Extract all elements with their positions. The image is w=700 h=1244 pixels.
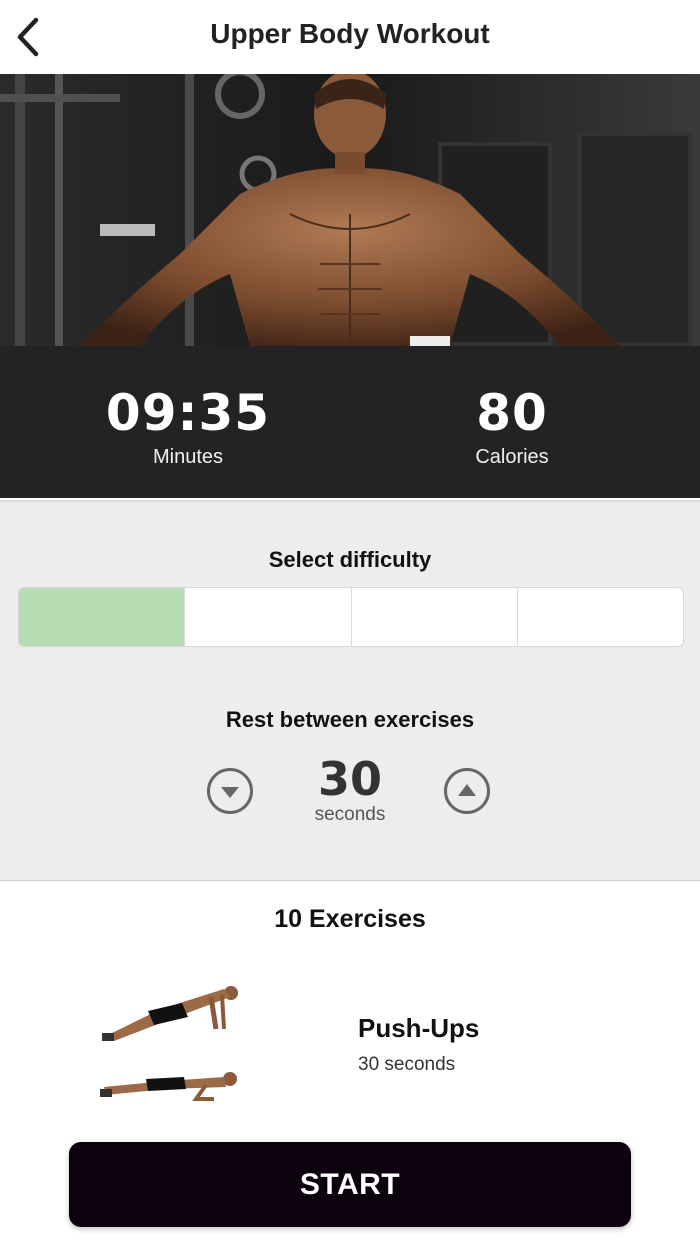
rest-title: Rest between exercises — [225, 707, 475, 732]
difficulty-title: Select difficulty — [268, 547, 432, 572]
exercise-name: Push-Ups — [358, 1013, 480, 1043]
workout-settings: Select difficulty Rest between exercises… — [0, 500, 700, 882]
workout-hero-image — [0, 74, 700, 346]
duration-value: 09:35 — [105, 384, 271, 442]
gym-photo — [0, 74, 700, 346]
push-up-illustration — [100, 986, 238, 1101]
exercise-duration: 30 seconds — [358, 1054, 456, 1075]
calories-stat: 80 Calories — [362, 386, 662, 469]
difficulty-level-2[interactable] — [185, 588, 352, 646]
start-button[interactable]: START — [69, 1142, 631, 1227]
exercises-header: 10 Exercises — [0, 880, 700, 956]
exercises-count: 10 Exercises — [274, 905, 426, 933]
difficulty-level-4[interactable] — [517, 588, 683, 646]
increase-rest-button[interactable] — [444, 768, 490, 814]
duration-stat: 09:35 Minutes — [38, 386, 338, 469]
calories-value: 80 — [476, 384, 548, 442]
rest-unit: seconds — [314, 804, 386, 825]
workout-screen: Upper Body Workout 09:35 Minutes 80 Calo… — [0, 0, 700, 1244]
calories-label: Calories — [475, 446, 549, 468]
difficulty-level-3[interactable] — [351, 588, 518, 646]
difficulty-selector — [18, 587, 684, 647]
duration-label: Minutes — [152, 446, 224, 468]
rest-stepper: 30 seconds — [0, 752, 700, 842]
rest-value: 30 — [317, 752, 382, 806]
difficulty-level-1[interactable] — [19, 588, 186, 646]
exercise-item[interactable]: Push-Ups 30 seconds — [0, 955, 700, 1115]
decrease-rest-button[interactable] — [207, 768, 253, 814]
workout-stats: 09:35 Minutes 80 Calories — [0, 346, 700, 498]
circle-triangle-down-icon — [221, 787, 239, 798]
page-title: Upper Body Workout — [210, 18, 490, 49]
circle-triangle-up-icon — [458, 784, 476, 796]
top-bar: Upper Body Workout — [0, 0, 700, 75]
